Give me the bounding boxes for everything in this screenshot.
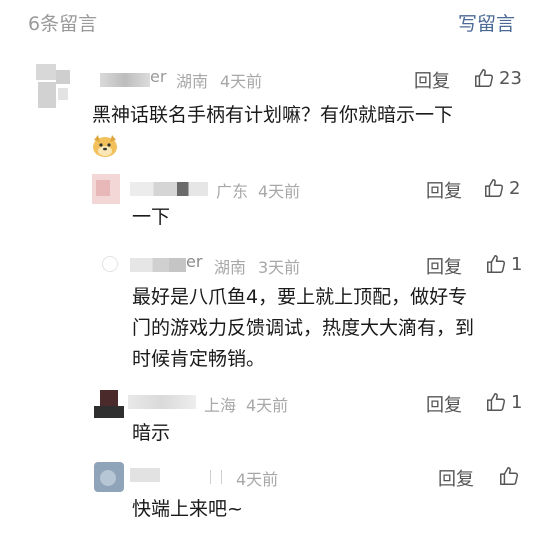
location: 湖南 <box>214 258 247 277</box>
comment-text-line: 时候肯定畅销。 <box>132 348 266 370</box>
avatar[interactable] <box>36 64 72 108</box>
like-button[interactable] <box>498 465 520 487</box>
username-redacted-fragment <box>210 470 222 484</box>
location: 湖南 <box>176 72 209 91</box>
like-button[interactable]: 1 <box>485 391 522 413</box>
write-comment-link[interactable]: 写留言 <box>458 9 515 36</box>
timestamp: 4天前 <box>246 396 289 415</box>
comment-item: er 湖南 4天前 回复 23 黑神话联名手柄有计划嘛？有你就暗示一下 <box>0 62 550 162</box>
timestamp: 3天前 <box>258 258 301 277</box>
comment-text-line: 门的游戏力反馈调试，热度大大滴有，到 <box>132 317 475 339</box>
like-count: 23 <box>499 67 522 89</box>
comment-text: 最好是八爪鱼4，要上就上顶配，做好专 门的游戏力反馈调试，热度大大滴有，到 时候… <box>132 282 474 375</box>
location: 上海 <box>204 396 237 415</box>
comment-text: 暗示 <box>132 422 171 444</box>
comment-text-line: 最好是八爪鱼4，要上就上顶配，做好专 <box>132 286 468 308</box>
username-redacted <box>100 73 150 87</box>
like-count: 1 <box>511 253 523 275</box>
reply-button[interactable]: 回复 <box>426 177 462 203</box>
like-button[interactable]: 23 <box>473 67 522 89</box>
thumbs-up-icon <box>498 465 520 487</box>
like-count: 2 <box>509 177 521 199</box>
like-button[interactable]: 1 <box>485 253 522 275</box>
doge-emoji <box>92 134 118 162</box>
comment-count: 6条留言 <box>28 13 98 35</box>
username-redacted <box>130 182 208 196</box>
thumbs-up-icon <box>485 391 507 413</box>
like-count: 1 <box>511 391 523 413</box>
reply-button[interactable]: 回复 <box>426 391 462 417</box>
avatar[interactable] <box>94 388 124 418</box>
comment-text: 快端上来吧~ <box>132 498 243 520</box>
username-redacted <box>130 468 160 482</box>
comment-item: 上海 4天前 回复 1 暗示 <box>0 386 550 450</box>
avatar[interactable] <box>96 250 122 276</box>
comment-item: 广东 4天前 回复 2 一下 <box>0 172 550 242</box>
comment-item: 4天前 回复 快端上来吧~ <box>0 460 550 530</box>
like-button[interactable]: 2 <box>483 177 520 199</box>
username-redacted <box>130 258 186 272</box>
reply-button[interactable]: 回复 <box>426 253 462 279</box>
timestamp: 4天前 <box>236 470 279 489</box>
username-suffix[interactable]: er <box>186 252 202 271</box>
username-suffix[interactable]: er <box>150 67 166 86</box>
avatar[interactable] <box>92 174 120 204</box>
timestamp: 4天前 <box>258 182 301 201</box>
reply-button[interactable]: 回复 <box>438 465 474 491</box>
thumbs-up-icon <box>485 253 507 275</box>
comment-item: er 湖南 3天前 回复 1 最好是八爪鱼4，要上就上顶配，做好专 门的游戏力反… <box>0 248 550 378</box>
comment-text: 一下 <box>132 206 171 228</box>
thumbs-up-icon <box>473 67 495 89</box>
timestamp: 4天前 <box>220 72 263 91</box>
location: 广东 <box>216 182 249 201</box>
comments-header: 6条留言 写留言 <box>0 0 550 44</box>
username-redacted <box>128 395 196 409</box>
thumbs-up-icon <box>483 177 505 199</box>
comment-text: 黑神话联名手柄有计划嘛？有你就暗示一下 <box>92 104 454 126</box>
avatar[interactable] <box>94 462 124 492</box>
reply-button[interactable]: 回复 <box>414 67 450 93</box>
